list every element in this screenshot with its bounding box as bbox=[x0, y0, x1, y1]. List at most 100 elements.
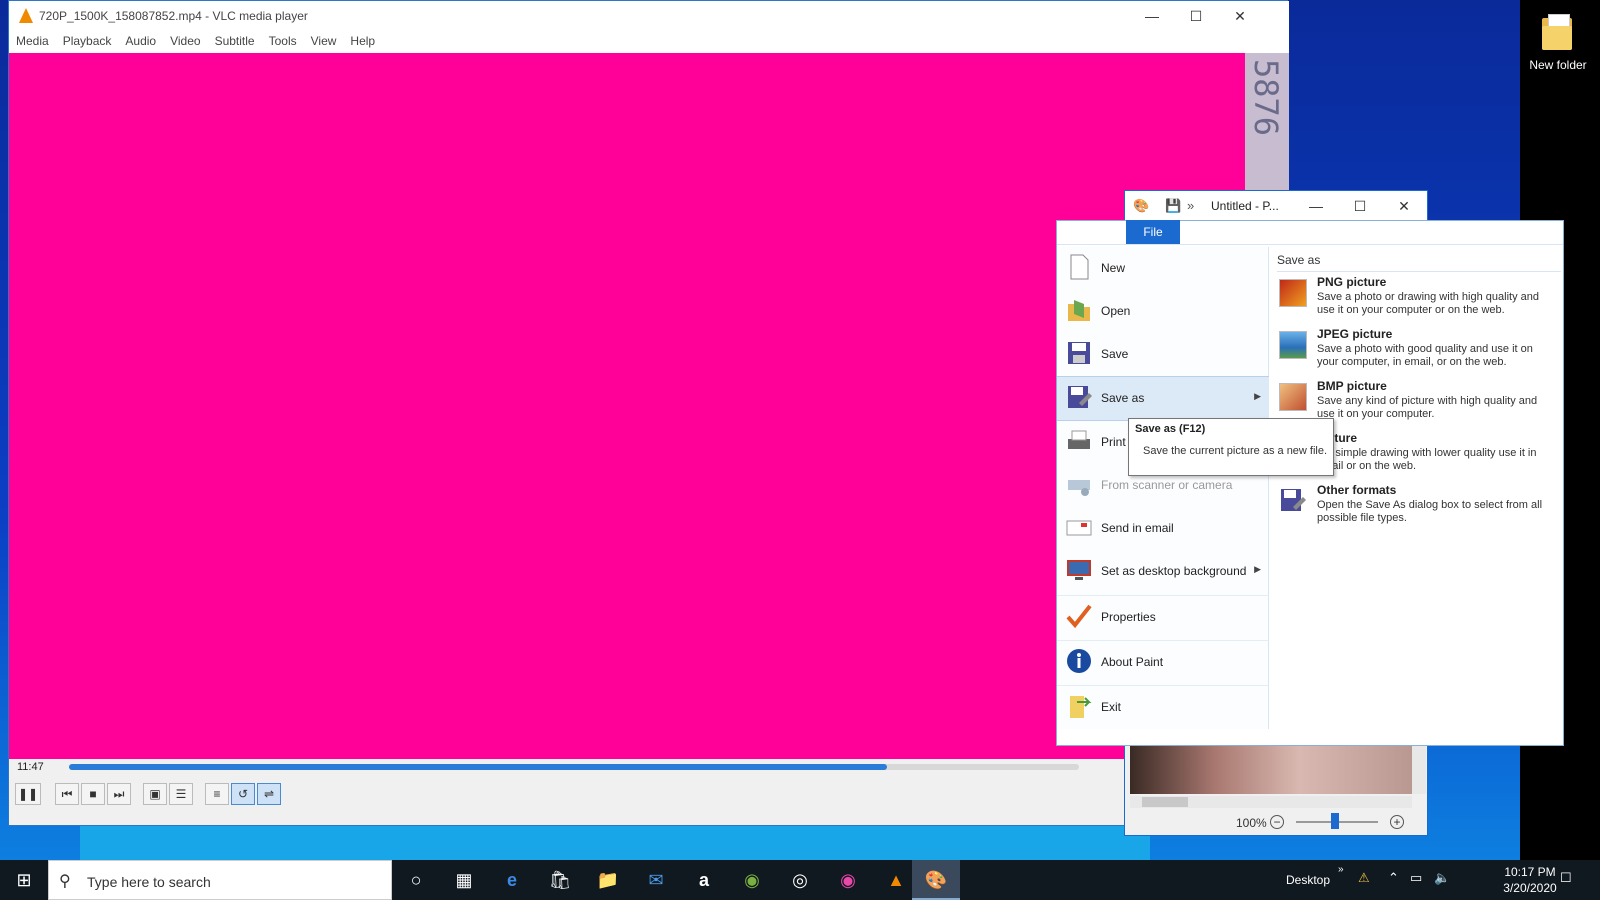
menu-subtitle[interactable]: Subtitle bbox=[208, 31, 262, 51]
format-other[interactable]: Other formats Open the Save As dialog bo… bbox=[1277, 481, 1559, 533]
seek-bar[interactable] bbox=[69, 764, 1079, 770]
extended-settings-button[interactable]: ☰ bbox=[169, 783, 193, 805]
horizontal-scrollbar[interactable] bbox=[1130, 796, 1412, 808]
customize-quick-access-icon[interactable]: » bbox=[1187, 198, 1194, 213]
action-center-icon[interactable]: ☐ bbox=[1560, 870, 1572, 886]
png-picture-icon bbox=[1279, 279, 1307, 307]
clock-time: 10:17 PM bbox=[1504, 865, 1556, 879]
paint-window-title: Untitled - P... bbox=[1211, 199, 1279, 213]
paint-close-button[interactable]: ✕ bbox=[1381, 191, 1427, 221]
save-icon bbox=[1068, 342, 1090, 364]
scanner-icon bbox=[1068, 480, 1090, 496]
close-button[interactable]: ✕ bbox=[1217, 1, 1263, 31]
seek-bar-fill bbox=[69, 764, 888, 770]
menu-tools[interactable]: Tools bbox=[262, 31, 304, 51]
open-folder-icon bbox=[1068, 300, 1090, 321]
format-png[interactable]: PNG picture Save a photo or drawing with… bbox=[1277, 273, 1559, 325]
save-as-header: Save as bbox=[1277, 253, 1561, 272]
paint-minimize-button[interactable]: — bbox=[1293, 191, 1339, 221]
save-as-submenu: Save as PNG picture Save a photo or draw… bbox=[1271, 247, 1561, 729]
video-overlay-strip: 5876 bbox=[1245, 53, 1289, 203]
stop-button[interactable]: ■ bbox=[81, 783, 105, 805]
zoom-in-button[interactable]: + bbox=[1390, 815, 1404, 829]
menu-item-exit[interactable]: Exit bbox=[1057, 686, 1269, 729]
menu-item-about-paint[interactable]: About Paint bbox=[1057, 641, 1269, 686]
zoom-level: 100% bbox=[1236, 816, 1267, 830]
menu-view[interactable]: View bbox=[304, 31, 344, 51]
next-button[interactable]: ⏭ bbox=[107, 783, 131, 805]
other-formats-icon bbox=[1281, 489, 1306, 511]
menu-media[interactable]: Media bbox=[9, 31, 56, 51]
save-as-icon bbox=[1068, 386, 1092, 408]
paint-canvas[interactable] bbox=[1130, 746, 1412, 794]
tripadvisor-icon[interactable]: ◉ bbox=[728, 860, 776, 900]
vertical-scrollbar[interactable] bbox=[1412, 746, 1426, 794]
new-file-icon bbox=[1070, 254, 1089, 280]
loop-button[interactable]: ↺ bbox=[231, 783, 255, 805]
quick-save-icon[interactable]: 💾 bbox=[1165, 198, 1181, 214]
vlc-window-title: 720P_1500K_158087852.mp4 - VLC media pla… bbox=[39, 9, 308, 23]
search-placeholder: Type here to search bbox=[87, 874, 211, 890]
video-overlay-digits: 5876 bbox=[1247, 59, 1285, 137]
vlc-title-bar[interactable]: 720P_1500K_158087852.mp4 - VLC media pla… bbox=[9, 1, 1289, 31]
menu-item-send-email[interactable]: Send in email bbox=[1057, 507, 1269, 550]
paint-maximize-button[interactable]: ☐ bbox=[1337, 191, 1383, 221]
menu-item-open[interactable]: Open bbox=[1057, 290, 1269, 333]
taskbar-search[interactable]: ⚲ Type here to search bbox=[48, 860, 392, 900]
menu-item-properties[interactable]: Properties bbox=[1057, 596, 1269, 641]
minimize-button[interactable]: — bbox=[1129, 1, 1175, 31]
edge-icon[interactable]: e bbox=[488, 860, 536, 900]
vlc-cone-icon bbox=[19, 8, 33, 23]
vlc-menu-bar: Media Playback Audio Video Subtitle Tools View… bbox=[9, 31, 1289, 53]
search-icon: ⚲ bbox=[59, 873, 71, 890]
desktop-icon-label: New folder bbox=[1529, 58, 1587, 72]
menu-item-save-as[interactable]: Save as ▶ bbox=[1057, 376, 1269, 421]
paint-title-bar[interactable]: 🎨 💾 » Untitled - P... — ☐ ✕ bbox=[1124, 190, 1428, 220]
amazon-icon[interactable]: a bbox=[680, 860, 728, 900]
color-app-icon[interactable]: ◉ bbox=[824, 860, 872, 900]
exit-icon bbox=[1070, 696, 1092, 718]
desktop-icon-new-folder[interactable]: New folder bbox=[1520, 8, 1596, 84]
paint-taskbar-icon[interactable]: 🎨 bbox=[912, 860, 960, 900]
start-button[interactable]: ⊞ bbox=[0, 860, 48, 900]
maximize-button[interactable]: ☐ bbox=[1173, 1, 1219, 31]
previous-button[interactable]: ⏮ bbox=[55, 783, 79, 805]
battery-icon[interactable]: ▭ bbox=[1410, 870, 1422, 886]
menu-item-new[interactable]: New bbox=[1057, 247, 1269, 290]
file-tab[interactable]: File bbox=[1126, 220, 1180, 244]
menu-item-save[interactable]: Save bbox=[1057, 333, 1269, 376]
menu-playback[interactable]: Playback bbox=[56, 31, 119, 51]
pause-button[interactable]: ❚❚ bbox=[15, 783, 41, 805]
save-as-tooltip: Save as (F12) Save the current picture a… bbox=[1128, 418, 1334, 476]
playlist-button[interactable]: ≡ bbox=[205, 783, 229, 805]
zoom-out-button[interactable]: − bbox=[1270, 815, 1284, 829]
toolbar-expand-icon[interactable]: » bbox=[1338, 864, 1344, 875]
printer-icon bbox=[1068, 430, 1090, 449]
system-clock[interactable]: 10:17 PM 3/20/2020 bbox=[1500, 864, 1560, 896]
media-app-icon[interactable]: ◎ bbox=[776, 860, 824, 900]
task-view-icon[interactable]: ▦ bbox=[440, 860, 488, 900]
clock-date: 3/20/2020 bbox=[1503, 881, 1557, 895]
file-menu: New Open Save Save as ▶ Print From scann… bbox=[1056, 220, 1564, 746]
mail-icon[interactable]: ✉ bbox=[632, 860, 680, 900]
tooltip-description: Save the current picture as a new file. bbox=[1143, 445, 1328, 457]
tooltip-title: Save as (F12) bbox=[1135, 423, 1206, 435]
store-icon[interactable]: 🛍 bbox=[536, 860, 584, 900]
desktop-background-icon bbox=[1067, 560, 1091, 580]
fullscreen-button[interactable]: ▣ bbox=[143, 783, 167, 805]
zoom-slider-thumb[interactable] bbox=[1331, 813, 1339, 829]
show-hidden-icons[interactable]: ⌃ bbox=[1388, 870, 1399, 886]
format-jpeg[interactable]: JPEG picture Save a photo with good qual… bbox=[1277, 325, 1559, 377]
warning-icon[interactable]: ⚠ bbox=[1358, 870, 1370, 886]
desktop-toolbar-label[interactable]: Desktop bbox=[1286, 873, 1330, 887]
menu-item-desktop-background[interactable]: Set as desktop background ▶ bbox=[1057, 550, 1269, 596]
menu-help[interactable]: Help bbox=[343, 31, 382, 51]
menu-video[interactable]: Video bbox=[163, 31, 207, 51]
menu-audio[interactable]: Audio bbox=[118, 31, 163, 51]
desktop-strip bbox=[80, 824, 1150, 860]
file-explorer-icon[interactable]: 📁 bbox=[584, 860, 632, 900]
volume-icon[interactable]: 🔈 bbox=[1434, 870, 1450, 886]
shuffle-button[interactable]: ⇌ bbox=[257, 783, 281, 805]
cortana-icon[interactable]: ○ bbox=[392, 860, 440, 900]
bmp-picture-icon bbox=[1279, 383, 1307, 411]
